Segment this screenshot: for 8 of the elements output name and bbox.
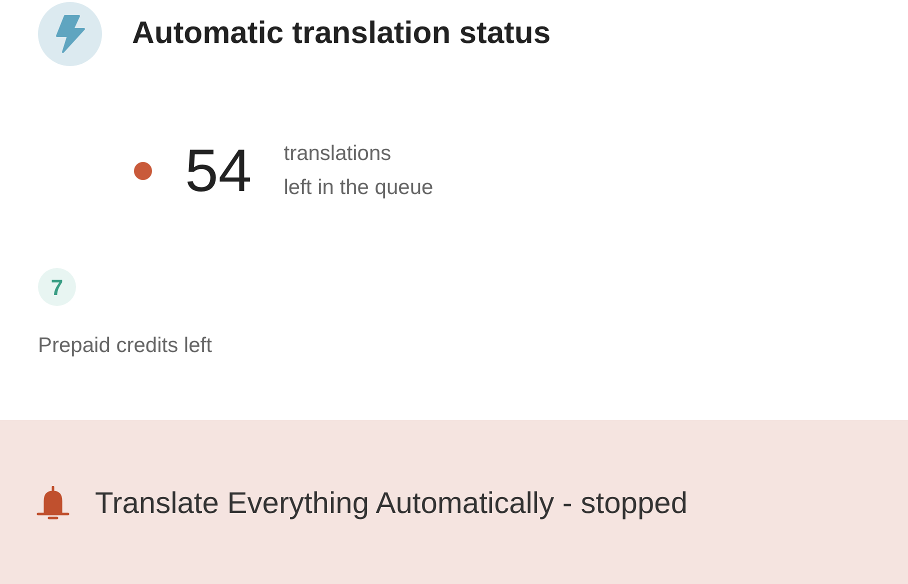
queue-count: 54 bbox=[185, 141, 252, 201]
section-title: Automatic translation status bbox=[132, 14, 551, 52]
credits-label: Prepaid credits left bbox=[38, 333, 213, 359]
bell-icon bbox=[36, 486, 70, 520]
banner-text: Translate Everything Automatically - stopped bbox=[95, 486, 688, 522]
queue-label: translations bbox=[284, 141, 392, 167]
queue-label: left in the queue bbox=[284, 175, 434, 201]
credits-count: 7 bbox=[38, 268, 76, 306]
